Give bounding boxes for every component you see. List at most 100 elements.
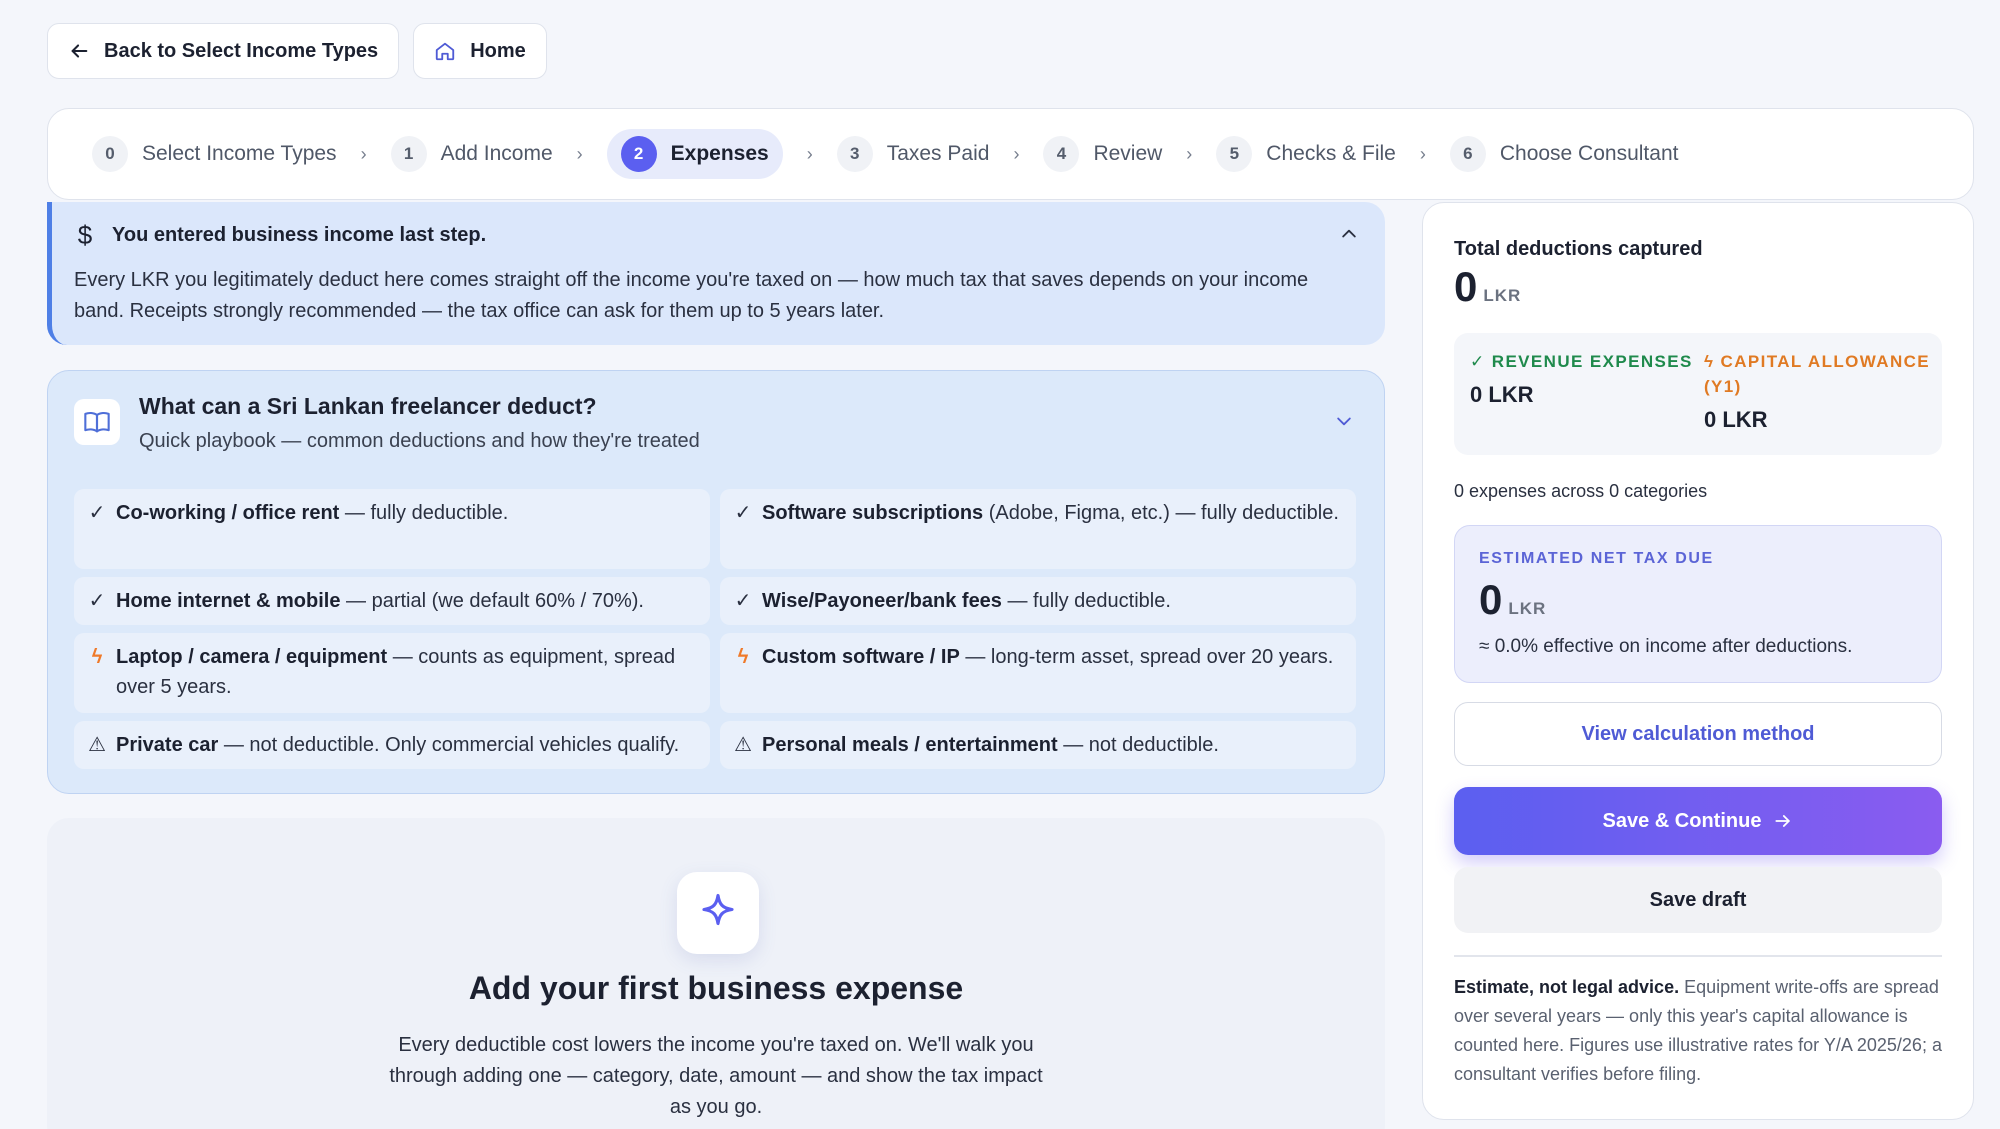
step-number: 1 (390, 136, 427, 172)
arrow-left-icon (71, 44, 88, 58)
empty-state-title: Add your first business expense (468, 970, 964, 1006)
business-income-notice: $ You entered business income last step.… (47, 202, 1385, 345)
total-deductions-label: Total deductions captured (1454, 238, 1703, 260)
item-text: — fully deductible. (1001, 590, 1171, 612)
playbook-subtitle: Quick playbook — common deductions and h… (139, 430, 700, 452)
book-icon (74, 399, 120, 445)
arrow-right-icon (1775, 815, 1791, 827)
item-text: — fully deductible. (339, 502, 509, 524)
empty-state-text: Every deductible cost lowers the income … (389, 1034, 1043, 1118)
bolt-icon: ϟ (91, 646, 103, 668)
expense-count: 0 expenses across 0 categories (1454, 481, 1708, 501)
check-icon: ✓ (88, 590, 106, 612)
deduction-breakdown: ✓ REVENUE EXPENSES 0 LKR ϟ CAPITAL ALLOW… (1454, 333, 1942, 455)
item-title: Software subscriptions (762, 502, 984, 524)
deduction-item: ϟ Laptop / camera / equipment — counts a… (74, 633, 710, 713)
disclaimer: Estimate, not legal advice. Equipment wr… (1454, 973, 1942, 1089)
total-amount: 0 (1454, 263, 1478, 310)
deduction-item: ⚠ Personal meals / entertainment — not d… (720, 721, 1356, 769)
step-number: 0 (92, 136, 128, 172)
item-text: — partial (we default 60% / 70%). (340, 590, 644, 612)
dollar-icon: $ (77, 220, 93, 250)
step-label: Choose Consultant (1499, 142, 1679, 165)
chevron-up-icon[interactable] (1339, 224, 1359, 244)
item-title: Co-working / office rent (116, 502, 340, 524)
item-text: — not deductible. (1057, 734, 1219, 756)
check-icon: ✓ (734, 590, 752, 612)
home-icon (436, 42, 455, 61)
disclaimer-bold: Estimate, not legal advice. (1454, 977, 1680, 997)
step-label: Select Income Types (142, 142, 337, 165)
step-label: Checks & File (1266, 142, 1396, 165)
sparkle-icon (677, 872, 759, 954)
save-draft-label: Save draft (1649, 888, 1747, 911)
progress-stepper: 0 Select Income Types › 1 Add Income › 2… (47, 108, 1974, 200)
item-title: Custom software / IP (762, 646, 960, 668)
item-text: (Adobe, Figma, etc.) — fully deductible. (983, 502, 1339, 524)
item-text: — long-term asset, spread over 20 years. (959, 646, 1334, 668)
chevron-right-icon: › (1419, 143, 1426, 164)
step-number: 6 (1449, 136, 1486, 172)
chevron-right-icon: › (806, 143, 813, 164)
home-button-label: Home (470, 39, 526, 62)
step-number: 5 (1216, 136, 1253, 172)
divider (1454, 955, 1942, 957)
capital-allowance: ϟ CAPITAL ALLOWANCE (Y1) 0 LKR (1704, 349, 1934, 432)
playbook-title: What can a Sri Lankan freelancer deduct? (139, 393, 597, 419)
net-tax-value: 0 LKR (1479, 576, 1546, 624)
notice-header: $ You entered business income last step. (74, 220, 1359, 251)
warning-icon: ⚠ (734, 734, 752, 756)
step-label: Add Income (440, 142, 553, 165)
chevron-right-icon: › (360, 143, 367, 164)
item-title: Wise/Payoneer/bank fees (762, 590, 1002, 612)
item-title: Private car (116, 734, 219, 756)
capital-allowance-value: 0 LKR (1704, 407, 1768, 432)
check-icon: ✓ (88, 502, 106, 524)
deduction-item: ⚠ Private car — not deductible. Only com… (74, 721, 710, 769)
item-text: — not deductible. Only commercial vehicl… (218, 734, 680, 756)
step-choose-consultant[interactable]: 6 Choose Consultant (1449, 129, 1679, 179)
step-select-income-types[interactable]: 0 Select Income Types (92, 129, 337, 179)
step-taxes-paid[interactable]: 3 Taxes Paid (836, 129, 990, 179)
bolt-icon: ϟ (737, 646, 749, 668)
net-tax-label: ESTIMATED NET TAX DUE (1479, 550, 1714, 567)
step-expenses[interactable]: 2 Expenses (606, 129, 783, 179)
net-tax-card: ESTIMATED NET TAX DUE 0 LKR ≈ 0.0% effect… (1454, 525, 1942, 683)
total-deductions-value: 0 LKR (1454, 263, 1521, 311)
chevron-right-icon: › (576, 143, 583, 164)
step-add-income[interactable]: 1 Add Income (390, 129, 553, 179)
check-icon: ✓ (734, 502, 752, 524)
step-label: Taxes Paid (886, 142, 990, 165)
save-continue-button[interactable]: Save & Continue (1454, 787, 1942, 855)
revenue-expenses-value: 0 LKR (1470, 382, 1534, 407)
deduction-item: ✓ Wise/Payoneer/bank fees — fully deduct… (720, 577, 1356, 625)
currency-unit: LKR (1483, 286, 1522, 305)
deduction-item: ✓ Co-working / office rent — fully deduc… (74, 489, 710, 569)
deduction-item: ✓ Home internet & mobile — partial (we d… (74, 577, 710, 625)
empty-expenses-state: Add your first business expense Every de… (47, 818, 1385, 1129)
deductions-summary-panel: Total deductions captured 0 LKR ✓ REVENUE… (1422, 202, 1974, 1120)
back-button[interactable]: Back to Select Income Types (47, 23, 400, 79)
effective-rate-text: ≈ 0.0% effective on income after deducti… (1479, 636, 1853, 657)
step-checks-file[interactable]: 5 Checks & File (1216, 129, 1396, 179)
notice-title: You entered business income last step. (112, 224, 487, 246)
currency-unit: LKR (1508, 599, 1547, 618)
view-calculation-method-button[interactable]: View calculation method (1454, 702, 1942, 766)
item-title: Home internet & mobile (116, 590, 341, 612)
revenue-expenses: ✓ REVENUE EXPENSES 0 LKR (1470, 349, 1693, 407)
capital-allowance-label: ϟ CAPITAL ALLOWANCE (Y1) (1704, 352, 1931, 396)
step-review[interactable]: 4 Review (1043, 129, 1162, 179)
notice-body: Every LKR you legitimately deduct here c… (74, 269, 1309, 322)
item-title: Personal meals / entertainment (762, 734, 1058, 756)
top-nav: Back to Select Income Types Home (47, 23, 547, 79)
item-title: Laptop / camera / equipment (116, 646, 388, 668)
save-draft-button[interactable]: Save draft (1454, 867, 1942, 933)
deduction-item: ϟ Custom software / IP — long-term asset… (720, 633, 1356, 713)
chevron-right-icon: › (1013, 143, 1020, 164)
revenue-expenses-label: ✓ REVENUE EXPENSES (1470, 352, 1693, 371)
step-label: Review (1093, 142, 1163, 165)
home-button[interactable]: Home (413, 23, 547, 79)
chevron-down-icon[interactable] (1334, 411, 1354, 431)
step-number: 4 (1043, 136, 1080, 172)
save-continue-label: Save & Continue (1602, 809, 1762, 832)
